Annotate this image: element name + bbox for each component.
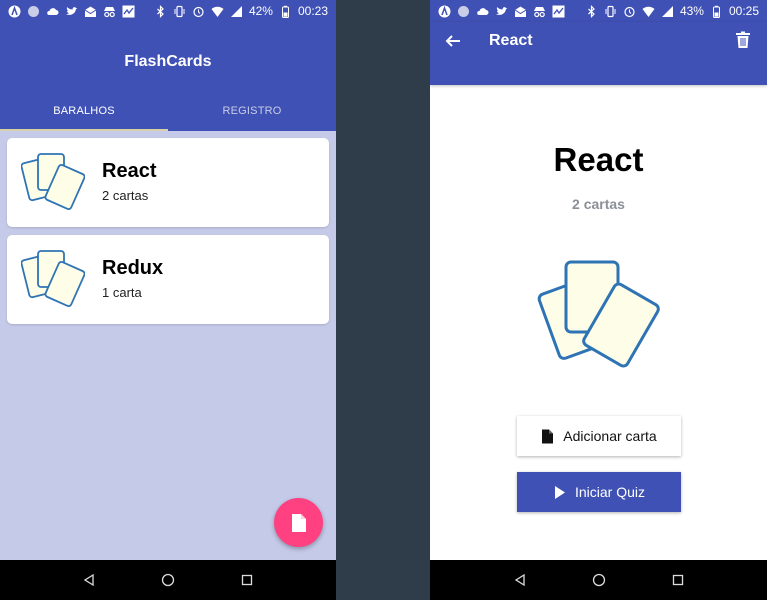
deck-card-count: 1 carta: [102, 285, 142, 300]
deck-detail-screen: 43% 00:25 React React 2 cartas Adicionar…: [430, 0, 767, 600]
tab-bar: BARALHOS REGISTRO: [0, 91, 336, 131]
incognito-icon: [533, 5, 546, 18]
wifi-icon: [642, 5, 655, 18]
tab-indicator: [0, 129, 168, 131]
signal-icon: [230, 5, 243, 18]
trash-icon[interactable]: [735, 31, 751, 49]
status-bar: 42% 00:23: [0, 0, 336, 22]
vibrate-icon: [173, 5, 186, 18]
incognito-icon: [103, 5, 116, 18]
deck-name: Redux: [102, 257, 164, 279]
add-card-button[interactable]: Adicionar carta: [517, 416, 681, 456]
nav-back-icon[interactable]: [82, 573, 96, 587]
file-icon: [290, 513, 308, 533]
back-arrow-icon[interactable]: [444, 32, 462, 50]
bluetooth-icon: [585, 4, 598, 18]
deck-name: React: [102, 160, 157, 182]
app-bar: FlashCards BARALHOS REGISTRO: [0, 22, 336, 131]
deck-card-count: 2 cartas: [102, 188, 149, 203]
app-icon: [438, 5, 451, 18]
clock: 00:23: [297, 4, 328, 18]
add-card-label: Adicionar carta: [563, 428, 657, 444]
bird-icon: [65, 5, 78, 18]
file-icon: [541, 429, 554, 444]
status-bar: 43% 00:25: [430, 0, 767, 22]
nav-recents-icon[interactable]: [671, 573, 685, 587]
clock: 00:25: [728, 4, 759, 18]
signal-icon: [661, 5, 674, 18]
app-bar: React: [430, 22, 767, 85]
tab-baralhos[interactable]: BARALHOS: [0, 91, 168, 131]
screen-title: React: [489, 32, 533, 49]
mail-icon: [84, 5, 97, 18]
start-quiz-label: Iniciar Quiz: [574, 484, 646, 500]
alarm-icon: [623, 5, 636, 18]
app-icon: [8, 5, 21, 18]
wifi-icon: [211, 5, 224, 18]
dot-icon: [27, 5, 40, 18]
bird-icon: [495, 5, 508, 18]
system-nav-bar: [430, 560, 767, 600]
nav-recents-icon[interactable]: [240, 573, 254, 587]
deck-card-redux[interactable]: Redux 1 carta: [7, 235, 329, 324]
cloud-icon: [46, 5, 59, 18]
system-nav-bar: [0, 560, 336, 600]
tab-registro[interactable]: REGISTRO: [168, 91, 336, 131]
alarm-icon: [192, 5, 205, 18]
cards-icon: [21, 249, 85, 311]
bluetooth-icon: [154, 4, 167, 18]
play-icon: [553, 485, 566, 500]
deck-list-screen: 42% 00:23 FlashCards BARALHOS REGISTRO R…: [0, 0, 336, 600]
deck-title: React: [553, 141, 644, 178]
cloud-icon: [476, 5, 489, 18]
system-status: 42% 00:23: [154, 0, 328, 22]
battery-icon: [279, 5, 292, 18]
cards-icon: [21, 152, 85, 214]
app-title: FlashCards: [124, 53, 212, 70]
start-quiz-button[interactable]: Iniciar Quiz: [517, 472, 681, 512]
add-deck-button[interactable]: [274, 498, 323, 547]
battery-percent: 42%: [248, 4, 273, 18]
nav-home-icon[interactable]: [592, 573, 606, 587]
nav-back-icon[interactable]: [513, 573, 527, 587]
deck-card-count: 2 cartas: [572, 196, 625, 212]
mail-icon: [514, 5, 527, 18]
system-status: 43% 00:25: [585, 0, 759, 22]
battery-icon: [710, 5, 723, 18]
nav-home-icon[interactable]: [161, 573, 175, 587]
battery-percent: 43%: [679, 4, 704, 18]
activity-icon: [552, 5, 565, 18]
vibrate-icon: [604, 5, 617, 18]
activity-icon: [122, 5, 135, 18]
notification-icons: [8, 5, 135, 18]
cards-icon: [536, 258, 661, 374]
deck-card-react[interactable]: React 2 cartas: [7, 138, 329, 227]
notification-icons: [438, 5, 565, 18]
dot-icon: [457, 5, 470, 18]
